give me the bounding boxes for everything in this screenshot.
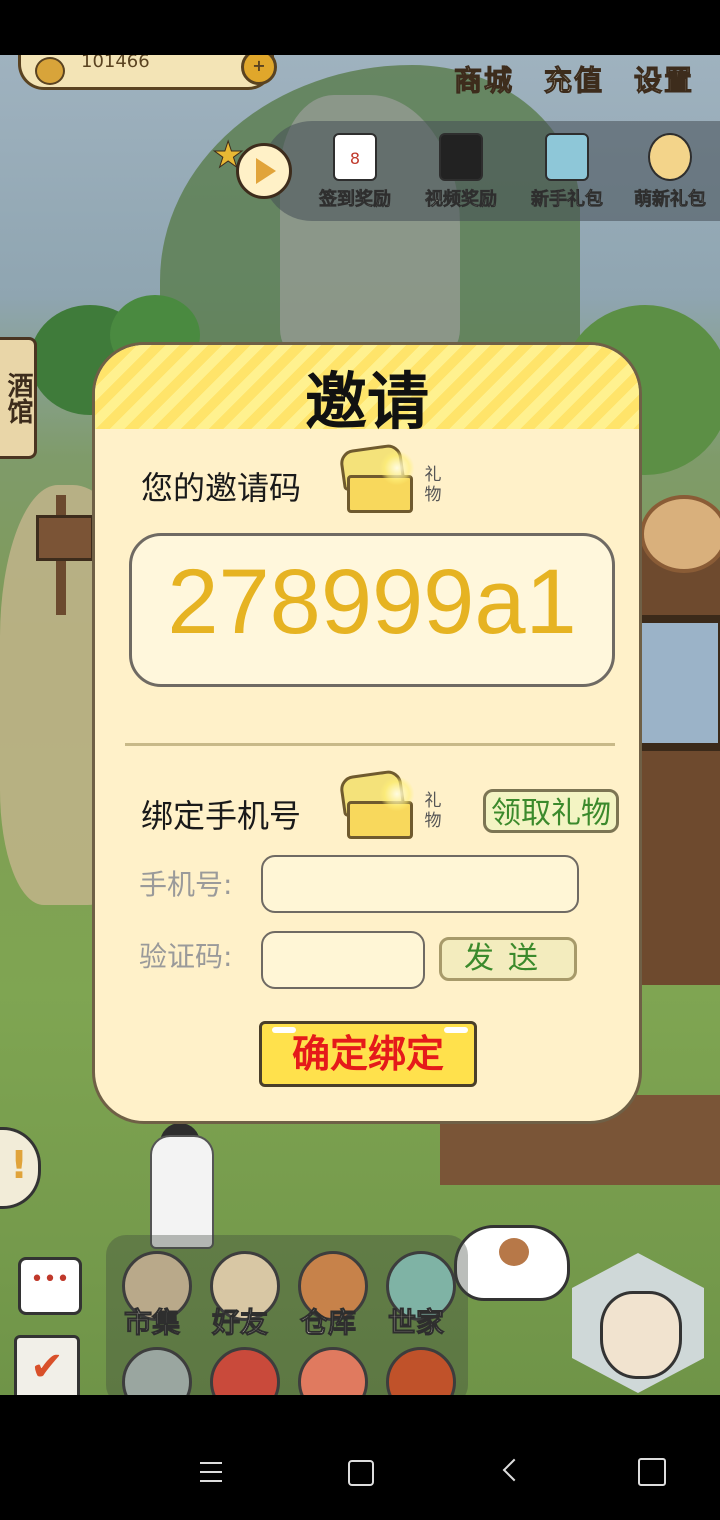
calendar-icon: 8 bbox=[333, 133, 377, 181]
market-label: 市集 bbox=[123, 1306, 181, 1340]
invite-dialog: 邀请 您的邀请码 礼物 278999a1 绑定手机号 礼物 领取礼物 手机号: … bbox=[92, 342, 642, 1124]
task-button[interactable]: ✔ bbox=[14, 1335, 80, 1395]
dialog-title: 邀请 bbox=[304, 365, 429, 438]
confirm-bind-button[interactable]: 确定绑定 bbox=[259, 1021, 477, 1087]
sign-in-reward-label: 签到奖励 bbox=[319, 189, 392, 211]
chat-button[interactable]: ••• bbox=[18, 1257, 82, 1315]
claim-gift-button[interactable]: 领取礼物 bbox=[483, 789, 619, 833]
rookie-pack-button[interactable]: 萌新礼包 bbox=[620, 133, 720, 211]
home-icon[interactable] bbox=[348, 1460, 374, 1486]
add-coins-button[interactable]: + bbox=[241, 55, 277, 85]
invite-code: 278999a1 bbox=[167, 551, 577, 653]
player-character[interactable] bbox=[150, 1135, 214, 1249]
rookie-pack-label: 萌新礼包 bbox=[634, 189, 707, 211]
send-code-button[interactable]: 发送 bbox=[439, 937, 577, 981]
alert-button[interactable]: ! bbox=[0, 1127, 41, 1209]
bind-phone-label: 绑定手机号 bbox=[141, 797, 302, 835]
status-bar bbox=[0, 0, 720, 55]
mascot-icon bbox=[648, 133, 692, 181]
divider bbox=[125, 743, 615, 746]
invite-code-box: 278999a1 bbox=[129, 533, 615, 687]
avatar[interactable] bbox=[600, 1291, 682, 1379]
log-end bbox=[640, 495, 720, 573]
coin-value: 101466 bbox=[81, 55, 150, 72]
invite-code-label: 您的邀请码 bbox=[141, 469, 302, 507]
video-reward-button[interactable]: 视频奖励 bbox=[411, 133, 511, 211]
coin-icon bbox=[35, 57, 65, 85]
shop-button[interactable]: 商城 bbox=[453, 59, 514, 99]
phone-label: 手机号: bbox=[139, 868, 233, 901]
navigation-bar bbox=[0, 1395, 720, 1520]
signpost bbox=[36, 515, 94, 561]
verification-code-label: 验证码: bbox=[139, 940, 233, 973]
menu-icon[interactable] bbox=[200, 1462, 222, 1482]
tavern-sign[interactable]: 酒馆 bbox=[0, 337, 37, 459]
play-video-button[interactable] bbox=[236, 143, 292, 199]
screenshot-icon[interactable] bbox=[638, 1458, 666, 1486]
gift-label: 礼物 bbox=[424, 465, 442, 505]
dog-pet[interactable] bbox=[454, 1225, 570, 1301]
chest-icon bbox=[545, 133, 589, 181]
gift-label: 礼物 bbox=[424, 791, 442, 831]
verification-code-input[interactable] bbox=[261, 931, 425, 989]
confirm-bind-label: 确定绑定 bbox=[291, 1032, 444, 1076]
sign-in-reward-button[interactable]: 8 签到奖励 bbox=[305, 133, 405, 211]
gift-chest-icon bbox=[338, 768, 415, 839]
friends-label: 好友 bbox=[211, 1306, 269, 1340]
newbie-pack-button[interactable]: 新手礼包 bbox=[517, 133, 617, 211]
settings-button[interactable]: 设置 bbox=[633, 59, 694, 99]
video-reward-label: 视频奖励 bbox=[425, 189, 498, 211]
recharge-button[interactable]: 充值 bbox=[543, 59, 604, 99]
warehouse-label: 仓库 bbox=[299, 1306, 357, 1340]
clapperboard-icon bbox=[439, 133, 483, 181]
gift-chest-icon bbox=[338, 442, 415, 513]
newbie-pack-label: 新手礼包 bbox=[531, 189, 604, 211]
coin-bar: 101466 + bbox=[18, 55, 277, 90]
family-label: 世家 bbox=[387, 1306, 445, 1340]
phone-input[interactable] bbox=[261, 855, 579, 913]
